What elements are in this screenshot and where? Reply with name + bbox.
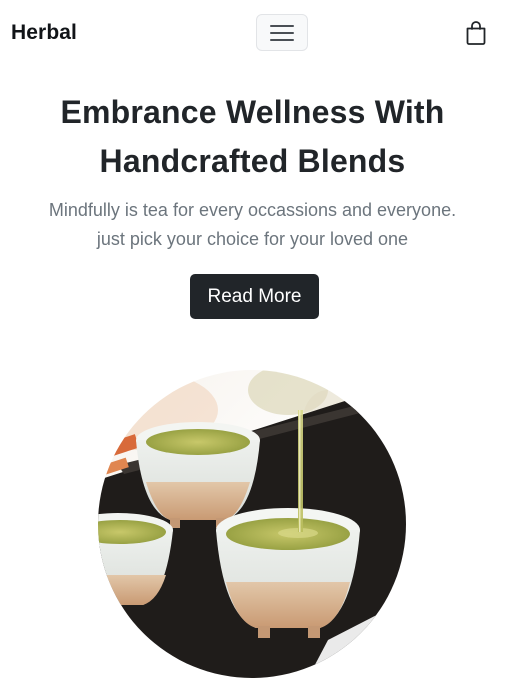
hero-title: Embrance Wellness With Handcrafted Blend…	[0, 88, 505, 186]
navbar: Herbal	[0, 0, 505, 66]
hamburger-menu-icon	[270, 24, 294, 41]
hero-title-line2: Handcrafted Blends	[99, 143, 406, 179]
read-more-button[interactable]: Read More	[190, 274, 319, 319]
hero-subtitle-line1: Mindfully is tea for every occassions an…	[48, 200, 457, 220]
hero-subtitle-line2: just pick your choice for your loved one	[96, 229, 409, 249]
brand-logo[interactable]: Herbal	[11, 19, 77, 47]
hero-section: Embrance Wellness With Handcrafted Blend…	[0, 88, 505, 254]
hero-subtitle: Mindfully is tea for every occassions an…	[0, 196, 505, 254]
tea-cups-image	[98, 370, 406, 678]
shopping-bag-icon	[466, 21, 486, 45]
cart-button[interactable]	[464, 20, 488, 46]
hero-title-line1: Embrance Wellness With	[60, 94, 445, 130]
navbar-toggler-button[interactable]	[256, 14, 308, 51]
